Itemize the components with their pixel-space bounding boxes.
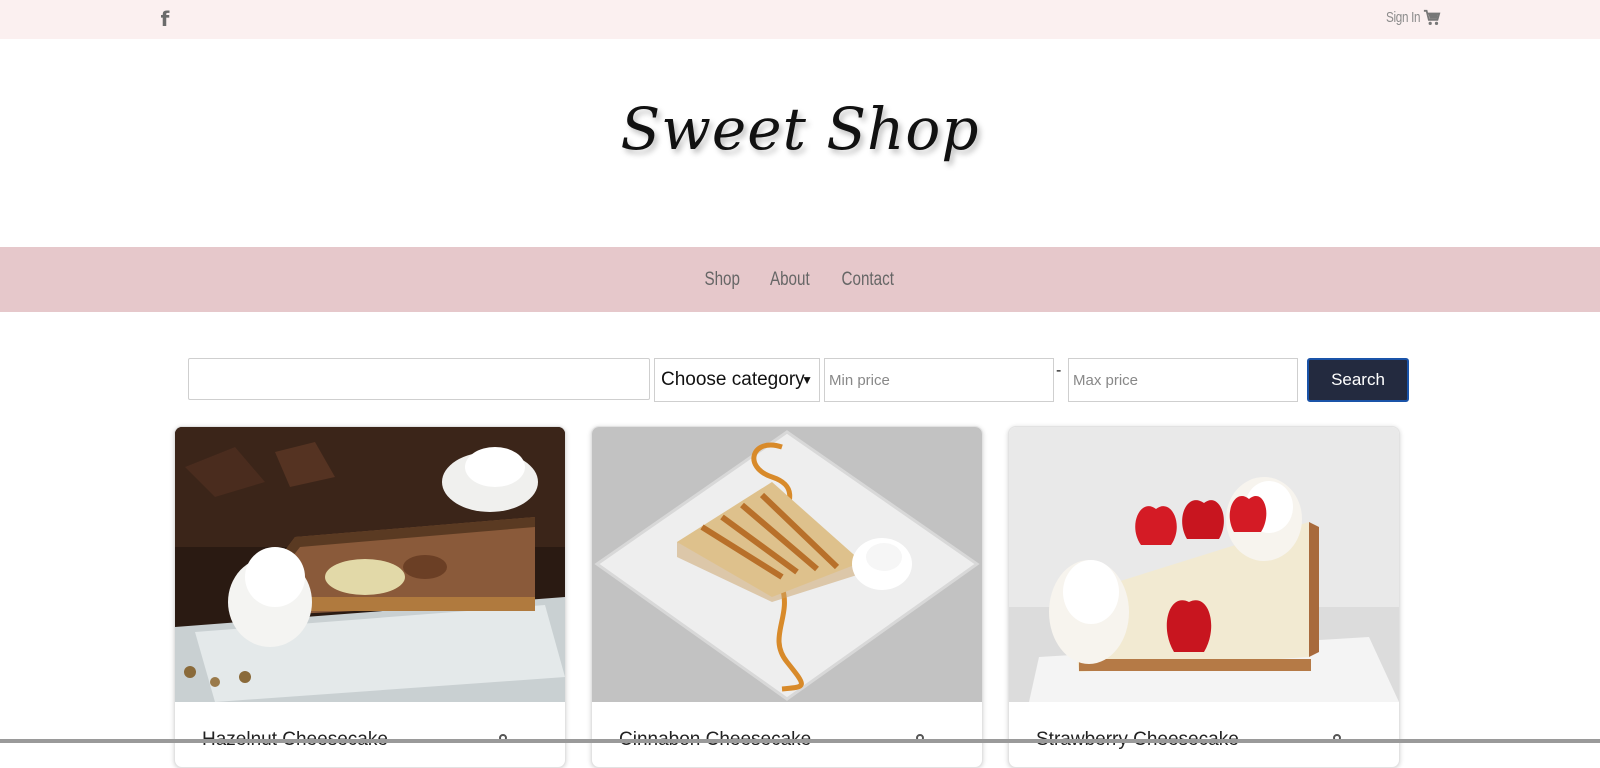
nav-item-about[interactable]: About — [770, 247, 810, 312]
search-input[interactable] — [188, 358, 650, 400]
site-logo-title[interactable]: Sweet Shop — [0, 95, 1600, 163]
cinnabon-cheesecake-photo — [592, 427, 982, 702]
top-bar: f Sign In — [0, 0, 1600, 39]
max-price-input[interactable]: Max price — [1068, 358, 1298, 402]
shopping-cart-icon[interactable] — [1423, 9, 1441, 27]
strawberry-cheesecake-photo — [1009, 427, 1399, 702]
nav-item-shop[interactable]: Shop — [704, 247, 740, 312]
chevron-down-icon: ▼ — [801, 373, 813, 387]
min-price-input[interactable]: Min price — [824, 358, 1054, 402]
hazelnut-cheesecake-photo — [175, 427, 565, 702]
sign-in-link[interactable]: Sign In — [1386, 8, 1421, 28]
facebook-icon[interactable]: f — [156, 6, 174, 32]
product-card[interactable]: Cinnabon Cheesecake — [591, 426, 983, 768]
product-card[interactable]: Strawberry Cheesecake — [1008, 426, 1400, 768]
category-select-value: Choose category — [661, 369, 805, 390]
product-card[interactable]: Hazelnut Cheesecake — [174, 426, 566, 768]
category-select[interactable]: Choose category ▼ — [654, 358, 820, 402]
price-range-separator: - — [1056, 362, 1062, 379]
nav-item-contact[interactable]: Contact — [841, 247, 893, 312]
main-navigation: Shop About Contact — [0, 247, 1600, 312]
search-button[interactable]: Search — [1307, 358, 1409, 402]
horizontal-scrollbar[interactable] — [0, 739, 1600, 743]
